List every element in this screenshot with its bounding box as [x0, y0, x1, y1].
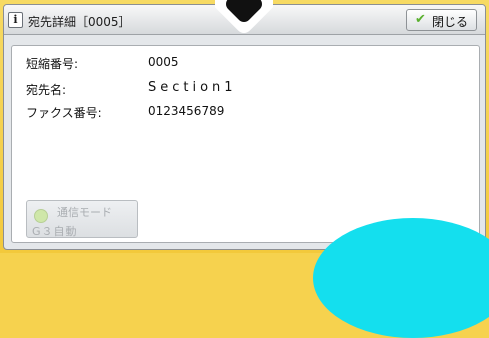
- field-value: 0123456789: [148, 104, 225, 118]
- field-label: 短縮番号:: [26, 57, 79, 71]
- details-panel: 短縮番号: 0005 宛先名: Section1 ファクス番号: 0123456…: [11, 45, 480, 243]
- mode-button-title: 通信モード: [57, 206, 112, 219]
- down-arrow-icon: [213, 0, 275, 36]
- field-label: 宛先名:: [26, 83, 67, 97]
- field-value: Section1: [148, 80, 237, 95]
- field-value: 0005: [148, 55, 179, 69]
- close-button[interactable]: ✔ 閉じる: [406, 9, 477, 31]
- checkmark-icon: ✔: [415, 12, 426, 27]
- screen: i 宛先詳細［0005］ ✔ 閉じる 短縮番号: 0005 宛先名: Secti…: [0, 0, 489, 338]
- address-detail-dialog: i 宛先詳細［0005］ ✔ 閉じる 短縮番号: 0005 宛先名: Secti…: [3, 4, 486, 250]
- close-button-label: 閉じる: [432, 15, 469, 29]
- cyan-overlay-shape: [313, 218, 489, 338]
- field-label: ファクス番号:: [26, 106, 102, 120]
- communication-mode-icon: [34, 209, 48, 223]
- mode-button-value: G３自動: [32, 225, 78, 238]
- communication-mode-button[interactable]: 通信モード G３自動: [26, 200, 138, 238]
- info-icon: i: [8, 12, 23, 28]
- dialog-title: 宛先詳細［0005］: [28, 15, 131, 29]
